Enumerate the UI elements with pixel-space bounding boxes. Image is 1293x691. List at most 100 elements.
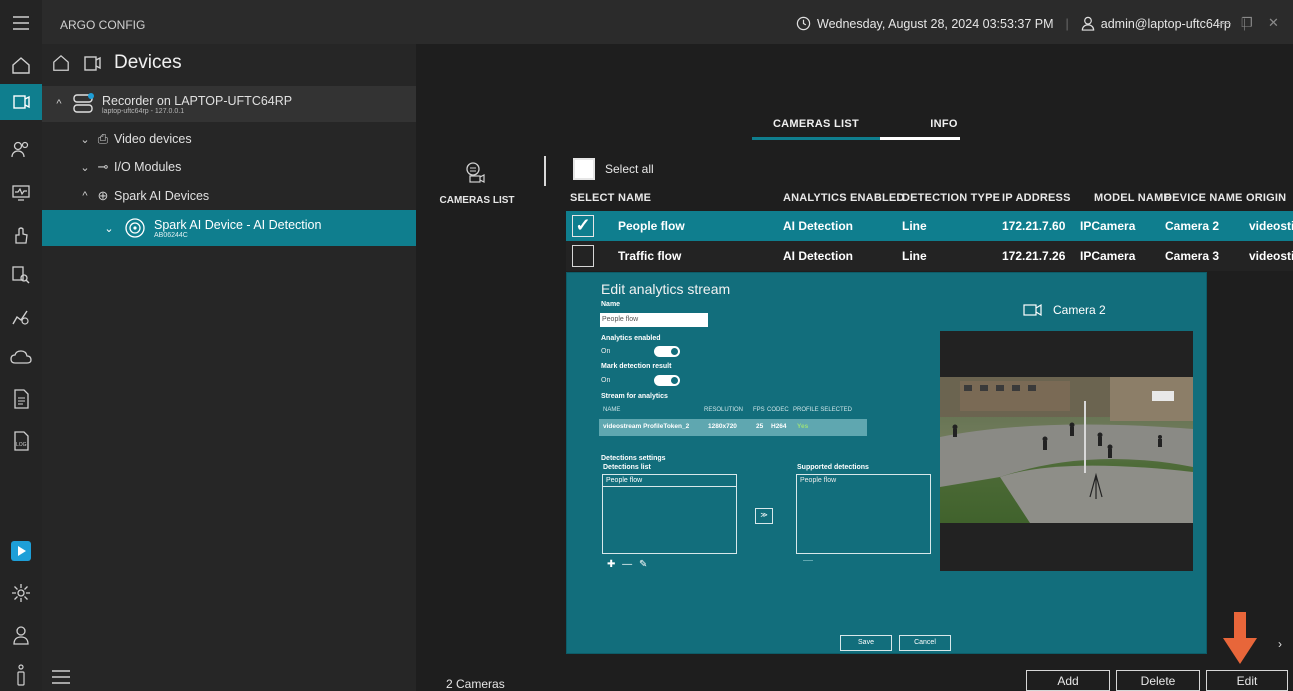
settings-icon[interactable] — [8, 580, 34, 606]
list-item[interactable]: People flow — [603, 475, 736, 487]
datetime-text: Wednesday, August 28, 2024 03:53:37 PM — [817, 16, 1054, 31]
play-logo-icon[interactable] — [8, 538, 34, 564]
minimize-button[interactable]: — — [1218, 15, 1231, 30]
cell-model: IPCamera — [1080, 249, 1136, 263]
supported-detections-label: Supported detections — [797, 464, 869, 471]
save-button[interactable]: Save — [840, 635, 892, 651]
tree-item-label: Video devices — [114, 132, 192, 146]
report-icon[interactable] — [8, 386, 34, 412]
cancel-button[interactable]: Cancel — [899, 635, 951, 651]
camera-frame — [940, 377, 1193, 523]
list-view-icon[interactable] — [50, 668, 72, 691]
cameras-list-nav[interactable]: CAMERAS LIST — [436, 160, 518, 206]
title-bar: ARGO CONFIG Wednesday, August 28, 2024 0… — [0, 0, 1293, 44]
home-icon[interactable] — [52, 54, 70, 72]
analytics-enabled-toggle[interactable] — [654, 346, 680, 357]
arrow-down-icon — [1223, 612, 1257, 664]
stream-codec: H264 — [771, 423, 787, 430]
tab-info[interactable]: INFO — [880, 118, 1008, 140]
ai-device-label-group: Spark AI Device - AI Detection AB06244C — [154, 218, 321, 239]
detections-list[interactable]: People flow — [602, 474, 737, 554]
column-header[interactable]: SELECT — [570, 192, 615, 204]
cell-device: Camera 3 — [1165, 249, 1220, 263]
monitor-icon[interactable] — [8, 180, 34, 206]
tree-item-recorder[interactable]: ^ Recorder on LAPTOP-UFTC64RP laptop-uft… — [42, 86, 416, 122]
column-header: FPS — [753, 407, 765, 413]
mark-detection-toggle[interactable] — [654, 375, 680, 386]
tree-item-video-devices[interactable]: ⌄ ⎙ Video devices — [42, 124, 416, 154]
log-icon[interactable]: LOG — [8, 428, 34, 454]
row-checkbox[interactable]: ✓ — [572, 215, 594, 237]
cell-origin: videosti — [1249, 249, 1293, 263]
devices-icon[interactable] — [0, 84, 42, 120]
tab-underline — [880, 137, 960, 140]
camera-icon — [1023, 303, 1042, 317]
chevron-down-icon[interactable]: ⌄ — [78, 161, 92, 174]
camera-preview — [940, 331, 1193, 571]
restore-button[interactable]: ❐ — [1241, 15, 1253, 31]
column-header[interactable]: ANALYTICS ENABLED — [783, 192, 905, 204]
table-row[interactable]: ✓ People flow AI Detection Line 172.21.7… — [566, 211, 1293, 241]
column-header[interactable]: DETECTION TYPE — [902, 192, 1000, 204]
detections-list-label: Detections list — [603, 464, 651, 471]
edit-analytics-stream-dialog: Edit analytics stream Name People flow A… — [566, 272, 1207, 654]
user-name[interactable]: admin@laptop-uftc64rp — [1101, 17, 1231, 31]
tree-item-ai-detection-device[interactable]: ⌄ Spark AI Device - AI Detection AB06244… — [42, 210, 416, 246]
row-checkbox[interactable] — [572, 245, 594, 267]
chevron-down-icon[interactable]: ⌄ — [78, 133, 92, 146]
tab-label: CAMERAS LIST — [772, 118, 860, 130]
edit-button[interactable]: Edit — [1206, 670, 1288, 691]
chevron-up-icon[interactable]: ^ — [52, 98, 66, 110]
select-all-checkbox[interactable] — [573, 158, 595, 180]
user-icon[interactable] — [8, 622, 34, 648]
search-person-icon[interactable] — [8, 262, 34, 288]
select-all[interactable]: Select all — [573, 158, 654, 180]
column-header[interactable]: DEVICE NAME — [1164, 192, 1243, 204]
dialog-title: Edit analytics stream — [601, 281, 731, 297]
tree-item-io-modules[interactable]: ⌄ ⊸ I/O Modules — [42, 152, 416, 182]
cell-device: Camera 2 — [1165, 219, 1220, 233]
remove-detection-icon[interactable]: — — [622, 559, 632, 570]
column-header[interactable]: ORIGIN — [1246, 192, 1286, 204]
next-page-icon[interactable]: › — [1278, 637, 1282, 651]
name-label: Name — [601, 301, 621, 308]
column-header[interactable]: IP ADDRESS — [1002, 192, 1071, 204]
supported-detections-list[interactable]: People flow — [796, 474, 931, 554]
cell-detection-type: Line — [902, 219, 927, 233]
icon-rail: LOG — [0, 0, 42, 691]
ai-chip-icon: ⊕ — [97, 188, 109, 203]
move-right-button[interactable]: ≫ — [755, 508, 773, 524]
user-icon[interactable] — [1081, 16, 1095, 31]
cameras-list-label: CAMERAS LIST — [439, 195, 515, 206]
add-detection-icon[interactable]: ✚ — [607, 559, 615, 570]
detections-settings-label: Detections settings — [601, 455, 666, 462]
camera-icon: ⎙ — [97, 131, 109, 146]
info-icon[interactable] — [8, 662, 34, 688]
table-header: SELECT NAME ANALYTICS ENABLED DETECTION … — [570, 192, 1293, 210]
remove-supported-icon[interactable] — [803, 560, 813, 561]
tree-item-spark-ai-devices[interactable]: ^ ⊕ Spark AI Devices — [42, 181, 416, 211]
users-icon[interactable] — [8, 136, 34, 162]
stream-row[interactable]: videostream ProfileToken_2 1280x720 25 H… — [599, 419, 867, 436]
chevron-down-icon[interactable]: ⌄ — [102, 222, 116, 235]
analytics-icon[interactable] — [8, 304, 34, 330]
table-row[interactable]: Traffic flow AI Detection Line 172.21.7.… — [566, 241, 1293, 271]
column-header[interactable]: MODEL NAME — [1094, 192, 1171, 204]
close-button[interactable]: ✕ — [1268, 15, 1279, 31]
tree-item-label: I/O Modules — [114, 160, 182, 174]
cloud-icon[interactable] — [8, 344, 34, 370]
recorder-label: Recorder on LAPTOP-UFTC64RP — [102, 93, 293, 108]
hand-icon[interactable] — [8, 222, 34, 248]
chevron-up-icon[interactable]: ^ — [78, 190, 92, 202]
edit-detection-icon[interactable]: ✎ — [639, 559, 647, 570]
home-icon[interactable] — [8, 52, 34, 78]
recorder-label-group: Recorder on LAPTOP-UFTC64RP laptop-uftc6… — [102, 94, 292, 115]
delete-button[interactable]: Delete — [1116, 670, 1200, 691]
column-header[interactable]: NAME — [618, 192, 651, 204]
name-input[interactable]: People flow — [600, 313, 708, 327]
tab-cameras-list[interactable]: CAMERAS LIST — [752, 118, 880, 140]
ai-device-icon — [125, 218, 145, 238]
add-button[interactable]: Add — [1026, 670, 1110, 691]
list-item[interactable]: People flow — [797, 475, 930, 486]
menu-icon[interactable] — [8, 10, 34, 36]
